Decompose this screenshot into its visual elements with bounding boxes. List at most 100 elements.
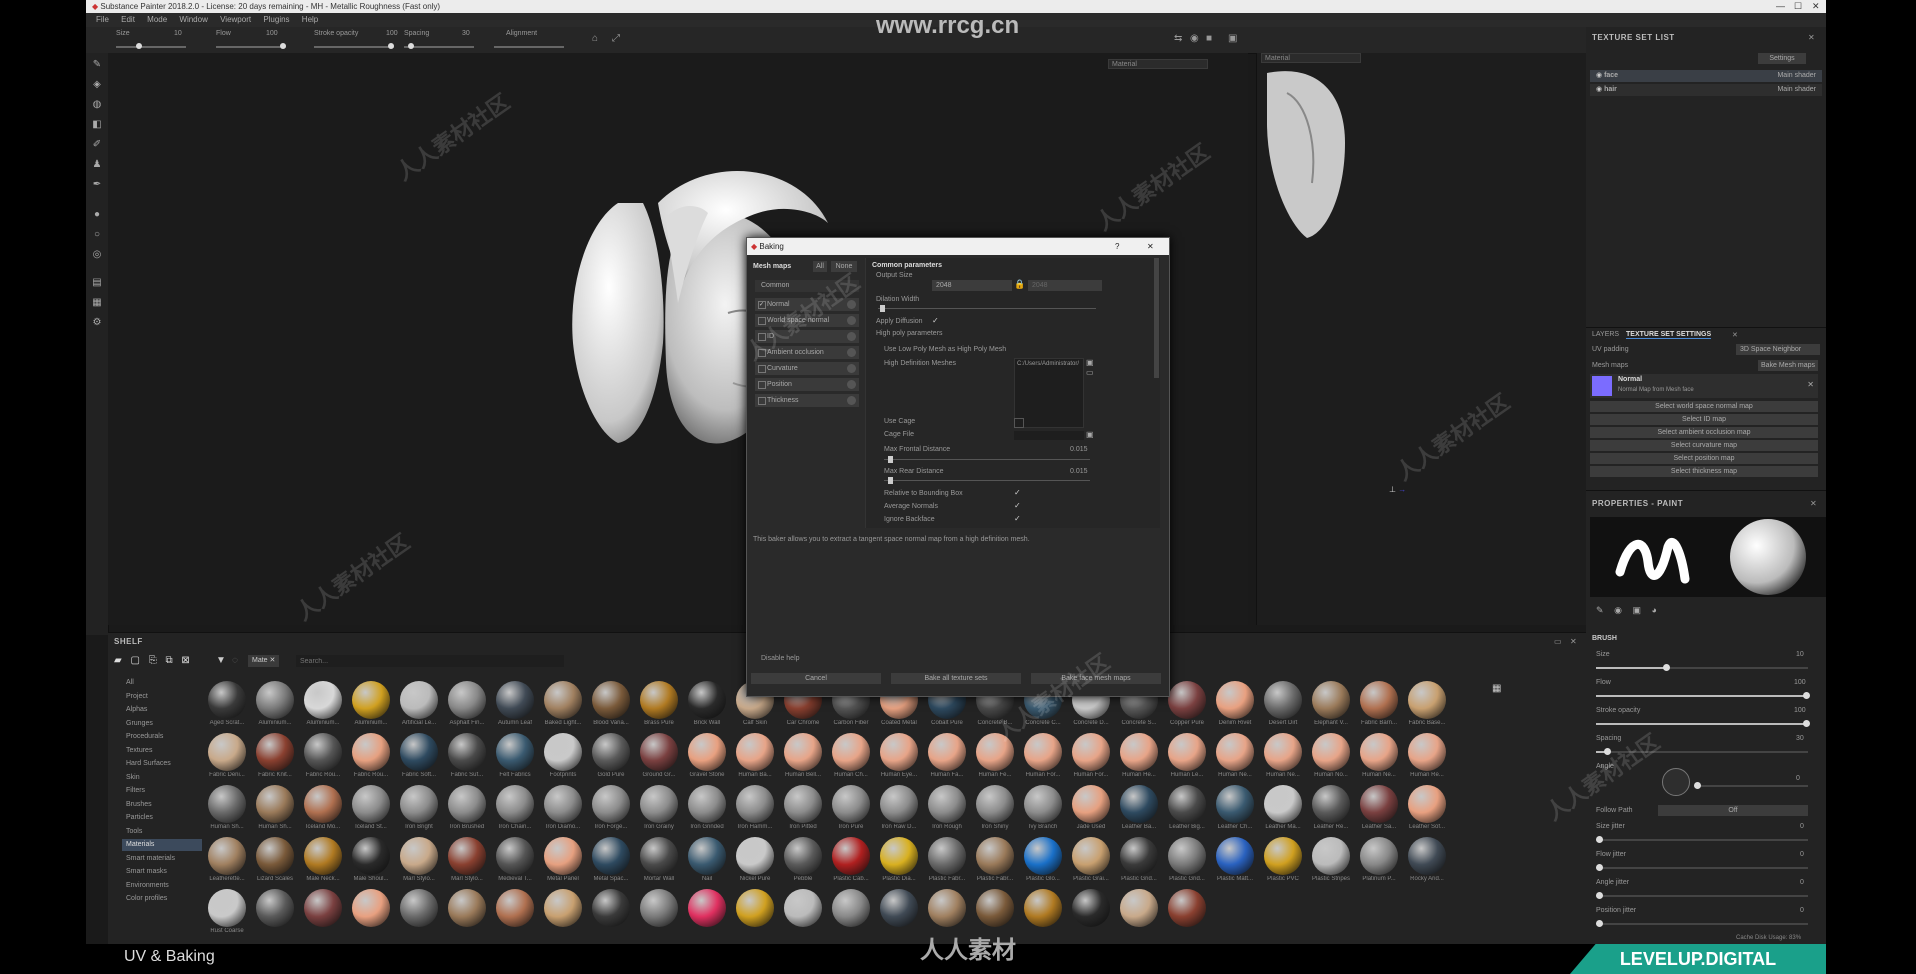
material-thumbnail[interactable]	[736, 837, 774, 875]
output-size-select[interactable]: 2048	[932, 280, 1012, 291]
material-thumbnail[interactable]	[736, 785, 774, 823]
mode-3d-icon[interactable]: ●	[91, 209, 103, 221]
material-thumbnail[interactable]	[496, 889, 534, 927]
tab-texture-set-settings[interactable]: TEXTURE SET SETTINGS	[1626, 331, 1712, 339]
bake-map-settings-icon[interactable]	[847, 348, 856, 357]
material-thumbnail[interactable]	[400, 837, 438, 875]
material-thumbnail[interactable]	[1072, 837, 1110, 875]
material-thumbnail[interactable]	[784, 733, 822, 771]
angle-dial[interactable]	[1662, 768, 1690, 796]
menu-plugins[interactable]: Plugins	[263, 15, 289, 24]
material-thumbnail[interactable]	[688, 889, 726, 927]
material-thumbnail[interactable]	[1120, 889, 1158, 927]
hd-meshes-list[interactable]: C:/Users/Administrator/	[1014, 358, 1084, 428]
shelf-category-item[interactable]: Filters	[122, 785, 202, 797]
menu-help[interactable]: Help	[302, 15, 318, 24]
material-thumbnail[interactable]	[1264, 733, 1302, 771]
shelf-category-item[interactable]: Procedurals	[122, 731, 202, 743]
menu-file[interactable]: File	[96, 15, 109, 24]
position-jitter-slider[interactable]	[1596, 920, 1808, 927]
material-thumbnail[interactable]	[976, 889, 1014, 927]
material-thumbnail[interactable]	[1168, 733, 1206, 771]
stroke-opacity-slider[interactable]	[1596, 720, 1810, 727]
material-thumbnail[interactable]	[496, 785, 534, 823]
material-thumbnail[interactable]	[592, 733, 630, 771]
layers-toggle-icon[interactable]: ▦	[91, 297, 103, 309]
material-thumbnail[interactable]	[544, 681, 582, 719]
shelf-category-item[interactable]: Alphas	[122, 704, 202, 716]
bake-map-item[interactable]: Position	[755, 378, 859, 391]
menu-mode[interactable]: Mode	[147, 15, 167, 24]
shelf-category-item[interactable]: Environments	[122, 880, 202, 892]
material-thumbnail[interactable]	[1072, 889, 1110, 927]
cage-file-input[interactable]	[1014, 431, 1084, 440]
tab-layers[interactable]: LAYERS	[1592, 331, 1619, 338]
bake-map-item[interactable]: ID	[755, 330, 859, 343]
material-thumbnail[interactable]	[928, 837, 966, 875]
add-mesh-icon[interactable]: ▣	[1086, 358, 1094, 367]
material-thumbnail[interactable]	[736, 889, 774, 927]
settings-gear-icon[interactable]: ⚙	[91, 317, 103, 329]
material-thumbnail[interactable]	[1024, 889, 1062, 927]
minimize-icon[interactable]: —	[1776, 0, 1785, 13]
bake-map-checkbox[interactable]	[758, 365, 766, 373]
material-thumbnail[interactable]	[880, 837, 918, 875]
material-thumbnail[interactable]	[1408, 785, 1446, 823]
material-thumbnail[interactable]	[832, 889, 870, 927]
shelf-category-item[interactable]: Smart materials	[122, 853, 202, 865]
folder-icon[interactable]: ▰	[114, 655, 122, 666]
cancel-button[interactable]: Cancel	[751, 673, 881, 684]
common-item[interactable]: Common	[755, 280, 859, 292]
shelf-category-item[interactable]: Brushes	[122, 799, 202, 811]
dialog-help-button[interactable]: ?	[1115, 238, 1119, 255]
material-thumbnail[interactable]	[208, 785, 246, 823]
material-thumbnail[interactable]	[304, 733, 342, 771]
shelf-float-icon[interactable]: ▭	[1554, 637, 1562, 646]
material-thumbnail[interactable]	[640, 889, 678, 927]
bake-map-item[interactable]: Thickness	[755, 394, 859, 407]
flow-jitter-slider[interactable]	[1596, 864, 1808, 871]
bake-map-checkbox[interactable]	[758, 349, 766, 357]
material-thumbnail[interactable]	[1312, 681, 1350, 719]
material-thumbnail[interactable]	[352, 889, 390, 927]
alpha-icon[interactable]: ◉	[1614, 605, 1622, 615]
use-cage-checkbox[interactable]	[1014, 418, 1024, 428]
smudge-icon[interactable]: ✐	[91, 139, 103, 151]
material-thumbnail[interactable]	[448, 733, 486, 771]
material-icon[interactable]: ◕	[1651, 605, 1656, 615]
material-thumbnail[interactable]	[496, 681, 534, 719]
material-thumbnail[interactable]	[448, 889, 486, 927]
mode-2d-icon[interactable]: ○	[91, 229, 103, 241]
color-picker-icon[interactable]: ✒	[91, 179, 103, 191]
filter-tag-chip[interactable]: Mate ✕	[248, 655, 280, 667]
material-thumbnail[interactable]	[1408, 837, 1446, 875]
dialog-close-button[interactable]: ✕	[1147, 238, 1154, 255]
duplicate-icon[interactable]: ⧉	[166, 655, 173, 666]
normal-map-slot[interactable]: Normal Normal Map from Mesh face ✕	[1590, 374, 1818, 398]
dilation-width-slider[interactable]	[878, 305, 1096, 312]
material-thumbnail[interactable]	[880, 785, 918, 823]
material-thumbnail[interactable]	[208, 733, 246, 771]
material-thumbnail[interactable]	[1264, 837, 1302, 875]
material-thumbnail[interactable]	[1360, 681, 1398, 719]
close-window-icon[interactable]: ✕	[1812, 0, 1820, 13]
material-thumbnail[interactable]	[1312, 837, 1350, 875]
material-thumbnail[interactable]	[1120, 837, 1158, 875]
material-thumbnail[interactable]	[544, 837, 582, 875]
material-thumbnail[interactable]	[832, 785, 870, 823]
eye-icon[interactable]: ◉	[1596, 72, 1604, 79]
material-thumbnail[interactable]	[640, 733, 678, 771]
bake-map-item[interactable]: ✓ Normal	[755, 298, 859, 311]
material-thumbnail[interactable]	[1168, 837, 1206, 875]
shelf-category-item[interactable]: Materials	[122, 839, 202, 851]
apply-diffusion-checkbox[interactable]: ✓	[932, 316, 939, 325]
clone-icon[interactable]: ♟	[91, 159, 103, 171]
shader-select[interactable]: Main shader	[1777, 70, 1816, 82]
material-thumbnail[interactable]	[1216, 733, 1254, 771]
toolbar-stroke-slider[interactable]	[314, 43, 394, 49]
shelf-category-item[interactable]: All	[122, 677, 202, 689]
shelf-category-item[interactable]: Grunges	[122, 718, 202, 730]
cage-file-browse-icon[interactable]: ▣	[1086, 430, 1094, 439]
bake-map-checkbox[interactable]: ✓	[758, 301, 766, 309]
material-thumbnail[interactable]	[736, 733, 774, 771]
